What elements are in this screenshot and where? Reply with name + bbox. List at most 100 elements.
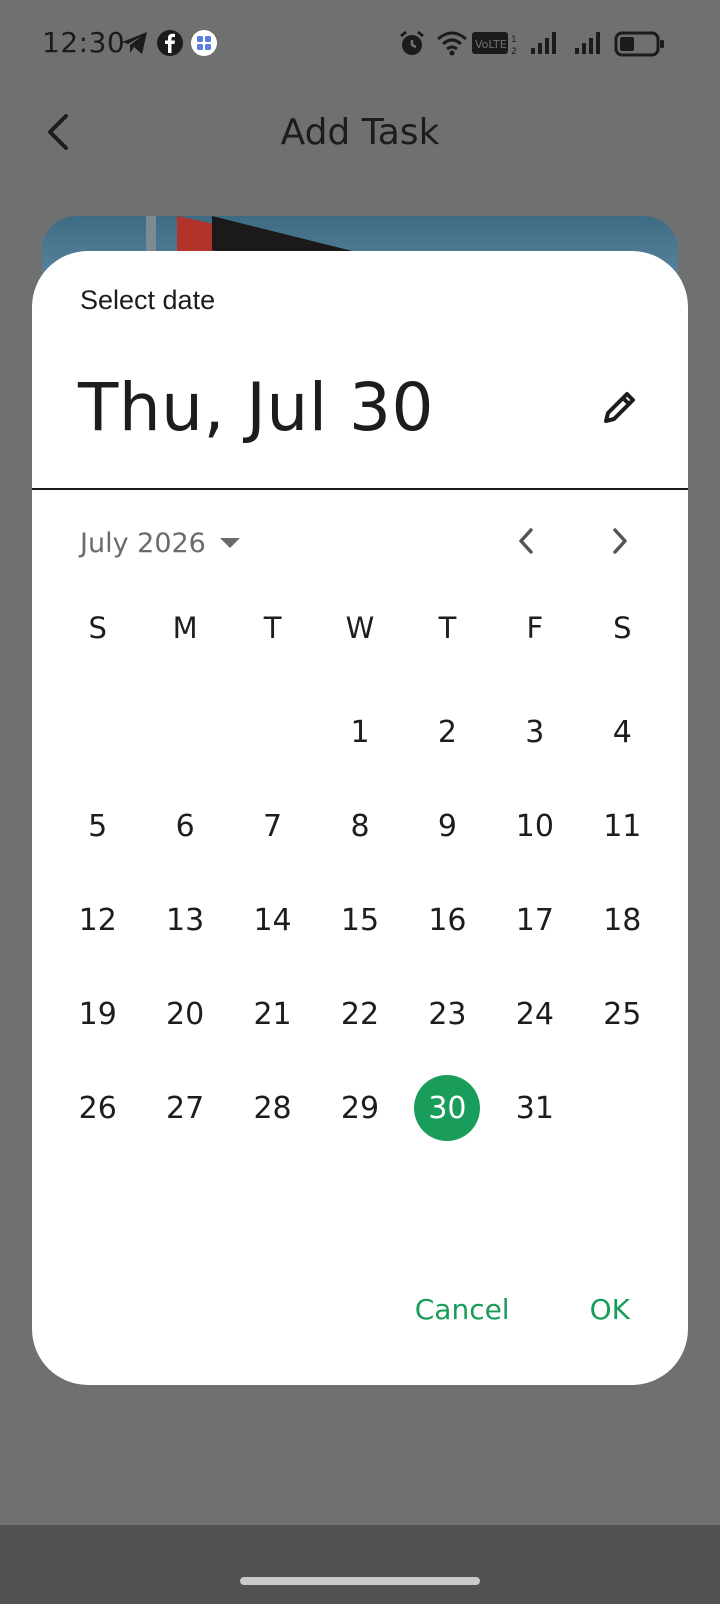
calendar-day-number: 16 (428, 902, 467, 938)
app-grid-icon (190, 29, 218, 61)
app-header: Add Task (0, 90, 720, 200)
edit-date-button[interactable] (592, 381, 648, 437)
calendar-day[interactable]: 29 (316, 1061, 403, 1155)
calendar-day[interactable]: 11 (579, 779, 666, 873)
calendar-day[interactable]: 21 (229, 967, 316, 1061)
status-time: 12:30 (42, 26, 126, 59)
dialog-headline-label: Select date (80, 285, 216, 315)
calendar-day[interactable]: 3 (491, 685, 578, 779)
weekday-label: T (263, 611, 282, 645)
calendar-day[interactable]: 27 (141, 1061, 228, 1155)
calendar-day-number: 27 (166, 1090, 205, 1126)
date-picker-dialog: Select date Thu, Jul 30 July 2026 S M T (32, 251, 688, 1385)
calendar-blank-cell (54, 685, 141, 779)
calendar-day[interactable]: 19 (54, 967, 141, 1061)
calendar-blank-cell (229, 685, 316, 779)
calendar-day[interactable]: 17 (491, 873, 578, 967)
pencil-icon (600, 387, 640, 431)
calendar-day[interactable]: 5 (54, 779, 141, 873)
calendar-day[interactable]: 20 (141, 967, 228, 1061)
calendar-day-number: 18 (603, 902, 642, 938)
calendar-day-number: 30 (414, 1075, 481, 1141)
svg-text:2: 2 (511, 47, 517, 57)
battery-icon (614, 31, 666, 61)
calendar-day-number: 13 (166, 902, 205, 938)
calendar-days-grid: 1 2 3 4 5 6 7 8 9 10 11 12 13 14 15 16 17 18 19 20 21 22 23 24 2… (54, 685, 666, 1155)
calendar-day-number: 7 (263, 808, 283, 844)
calendar-day[interactable]: 25 (579, 967, 666, 1061)
status-bar: 12:30 VoLTE 1 2 (0, 0, 720, 90)
system-nav-bar (0, 1525, 720, 1604)
previous-month-button[interactable] (502, 519, 550, 567)
wifi-icon (436, 30, 468, 60)
calendar-day[interactable]: 26 (54, 1061, 141, 1155)
calendar-day[interactable]: 28 (229, 1061, 316, 1155)
calendar-day[interactable]: 10 (491, 779, 578, 873)
calendar-day-number: 9 (437, 808, 457, 844)
weekday-label: F (526, 611, 544, 645)
calendar-day-number: 15 (340, 902, 380, 938)
calendar-day-number: 26 (78, 1090, 117, 1126)
calendar-day-number: 20 (166, 996, 205, 1032)
calendar-day-number: 6 (175, 808, 195, 844)
signal-icon (530, 30, 560, 60)
calendar-day-number: 14 (253, 902, 292, 938)
calendar-day-number: 8 (350, 808, 370, 844)
calendar-day[interactable]: 23 (404, 967, 491, 1061)
caret-down-icon (219, 538, 240, 548)
calendar-day-number: 22 (340, 996, 380, 1032)
calendar-day-number: 21 (253, 996, 292, 1032)
calendar-day[interactable]: 1 (316, 685, 403, 779)
signal-icon (574, 30, 604, 60)
calendar-day-number: 28 (253, 1090, 292, 1126)
calendar-day-number: 2 (437, 714, 457, 750)
calendar-day[interactable]: 2 (404, 685, 491, 779)
calendar-day[interactable]: 9 (404, 779, 491, 873)
calendar-day[interactable]: 24 (491, 967, 578, 1061)
svg-text:VoLTE: VoLTE (475, 38, 507, 51)
selected-date-display: Thu, Jul 30 (78, 369, 435, 446)
weekday-label: M (172, 611, 198, 645)
dialog-actions: Cancel OK (397, 1283, 648, 1336)
chevron-left-icon (514, 526, 538, 560)
calendar-blank-cell (141, 685, 228, 779)
calendar-day-number: 10 (515, 808, 554, 844)
weekday-header: S M T W T F S (54, 603, 666, 653)
page-title: Add Task (280, 112, 440, 153)
svg-text:1: 1 (511, 35, 517, 45)
weekday-label: W (345, 611, 375, 645)
weekday-label: T (438, 611, 457, 645)
cancel-button[interactable]: Cancel (397, 1283, 528, 1336)
calendar-day[interactable]: 18 (579, 873, 666, 967)
calendar-day-number: 31 (515, 1090, 554, 1126)
calendar-day-number: 25 (603, 996, 642, 1032)
calendar-day[interactable]: 16 (404, 873, 491, 967)
calendar-day-number: 23 (428, 996, 467, 1032)
month-year-selector[interactable]: July 2026 (80, 519, 240, 567)
calendar-day[interactable]: 6 (141, 779, 228, 873)
calendar-day[interactable]: 13 (141, 873, 228, 967)
facebook-icon (156, 29, 184, 61)
calendar-day-number: 3 (525, 714, 545, 750)
alarm-icon (398, 30, 426, 62)
calendar-day-number: 12 (78, 902, 117, 938)
calendar-day[interactable]: 14 (229, 873, 316, 967)
weekday-label: S (613, 611, 632, 645)
calendar-day-number: 4 (612, 714, 632, 750)
calendar-day[interactable]: 8 (316, 779, 403, 873)
calendar-day[interactable]: 7 (229, 779, 316, 873)
calendar-day-number: 29 (340, 1090, 380, 1126)
calendar-day[interactable]: 22 (316, 967, 403, 1061)
calendar-day-selected[interactable]: 30 (404, 1061, 491, 1155)
chevron-right-icon (608, 526, 632, 560)
volte-icon: VoLTE 1 2 (472, 31, 520, 61)
calendar-day[interactable]: 31 (491, 1061, 578, 1155)
calendar-day[interactable]: 12 (54, 873, 141, 967)
next-month-button[interactable] (596, 519, 644, 567)
ok-button[interactable]: OK (572, 1283, 648, 1336)
home-indicator[interactable] (240, 1577, 480, 1585)
screen: 12:30 VoLTE 1 2 Add Task Select date Thu… (0, 0, 720, 1604)
calendar-day[interactable]: 4 (579, 685, 666, 779)
calendar-day[interactable]: 15 (316, 873, 403, 967)
calendar-day-number: 5 (88, 808, 108, 844)
